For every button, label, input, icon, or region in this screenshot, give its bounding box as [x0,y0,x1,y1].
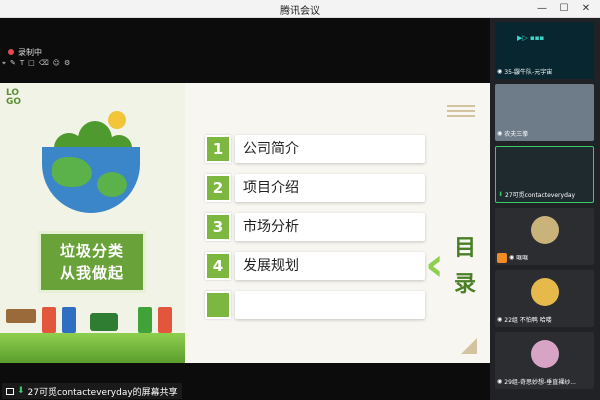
slogan-line-1: 垃圾分类 [59,242,124,260]
agenda-label [235,291,425,319]
window-title: 腾讯会议 [280,6,320,17]
avatar [531,278,559,306]
mic-active-icon: ⬇ [17,386,25,396]
participant-name-row: ◉ 35-鼹牛队-元宇宙 [497,67,552,76]
record-dot-icon [8,49,14,55]
user-badge-icon [497,253,507,263]
shared-screen: 录制中 ⌖ ✎ T □ ⌫ ☺ ⚙ LO GO 垃圾分类 从我做起 1 公司简介… [0,18,490,400]
participant-name-row: ◉ 22组 不怕鸭 哈喽 [497,315,552,324]
window-controls: — ☐ ✕ [532,1,596,16]
emoji-icon[interactable]: ☺ [53,59,60,71]
avatar [531,340,559,368]
recording-indicator[interactable]: 录制中 [8,45,42,59]
annotation-toolbar: ⌖ ✎ T □ ⌫ ☺ ⚙ [0,59,70,71]
recycling-bins-illustration [6,301,181,333]
screen-share-label[interactable]: ⬇ 27可觅contacteveryday的屏幕共享 [2,383,182,399]
agenda-label: 发展规划 [235,252,425,280]
participant-name: 27可觅contacteveryday [505,192,576,199]
contents-heading: ‹ 目 录 [423,231,483,311]
shape-icon[interactable]: □ [28,59,35,71]
mic-muted-icon: ◉ [509,254,515,261]
red-bin-icon [158,307,172,333]
participant-name: 29组-奇思妙想-垂直裸纱... [504,379,576,386]
mic-muted-icon: ◉ [497,316,503,323]
recording-label: 录制中 [18,47,42,57]
participants-panel: ▶▷ ▪▪▪ ◉ 35-鼹牛队-元宇宙 ◉ 农夫三拳 ⬇ 27可觅contact… [490,18,600,400]
earth-illustration [38,111,146,215]
mic-muted-icon: ◉ [497,130,503,137]
minimize-icon[interactable]: — [532,1,552,16]
agenda-label: 项目介绍 [235,174,425,202]
agenda-number: 3 [205,213,231,241]
red-bin-icon [42,307,56,333]
agenda-number: 4 [205,252,231,280]
participant-name: 35-鼹牛队-元宇宙 [504,69,553,76]
blue-bin-icon [62,307,76,333]
agenda-item: 3 市场分析 [205,213,425,241]
grass-decor [0,333,185,363]
slide-right-panel: 1 公司简介 2 项目介绍 3 市场分析 4 发展规划 ‹ 目 录 [185,83,490,363]
sun-icon [108,111,126,129]
slide-logo: LO GO [6,88,22,107]
agenda-item: 1 公司简介 [205,135,425,163]
agenda-item [205,291,425,319]
presentation-slide: LO GO 垃圾分类 从我做起 1 公司简介 2 项目介绍 3 市场分析 4 发… [0,83,490,363]
share-label-text: 27可觅contacteveryday的屏幕共享 [27,387,178,398]
deco-lines [447,105,475,120]
agenda-item: 4 发展规划 [205,252,425,280]
participant-tile[interactable]: ◉ 农夫三拳 [495,84,594,141]
agenda-number [205,291,231,319]
participant-name-row: ⬇ 27可觅contacteveryday [498,190,575,199]
participant-tile[interactable]: ◉ 29组-奇思妙想-垂直裸纱... [495,332,594,389]
deco-corner [461,338,477,354]
title-bar: 腾讯会议 — ☐ ✕ [0,0,600,18]
participant-tile[interactable]: ◉ 22组 不怕鸭 哈喽 [495,270,594,327]
participant-tile-speaking[interactable]: ⬇ 27可觅contacteveryday [495,146,594,203]
close-icon[interactable]: ✕ [576,1,596,16]
globe-icon [42,147,140,213]
agenda-label: 公司简介 [235,135,425,163]
participant-tile[interactable]: ◉ 哐哐 [495,208,594,265]
pen-icon[interactable]: ✎ [10,59,16,71]
slogan-box: 垃圾分类 从我做起 [38,231,146,293]
agenda-item: 2 项目介绍 [205,174,425,202]
agenda-menu: 1 公司简介 2 项目介绍 3 市场分析 4 发展规划 [205,135,425,330]
agenda-number: 1 [205,135,231,163]
participant-name-row: ◉ 农夫三拳 [497,129,528,138]
slogan-line-2: 从我做起 [59,264,124,282]
screen-share-icon [6,387,14,395]
participant-name: 22组 不怕鸭 哈喽 [504,317,552,324]
contents-title: 目 录 [451,231,479,303]
text-icon[interactable]: T [20,59,24,71]
participant-video-logo: ▶▷ ▪▪▪ [517,34,545,42]
settings-icon[interactable]: ⚙ [64,59,70,71]
participant-name-row: ◉ 哐哐 [509,253,528,262]
agenda-number: 2 [205,174,231,202]
slide-left-panel: LO GO 垃圾分类 从我做起 [0,83,185,363]
participant-name: 哐哐 [516,255,529,262]
green-bin-icon [138,307,152,333]
signboard-icon [6,309,36,323]
mic-active-icon: ⬇ [498,191,504,198]
eraser-icon[interactable]: ⌫ [39,59,49,71]
mic-muted-icon: ◉ [497,378,503,385]
cursor-icon[interactable]: ⌖ [2,59,6,71]
participant-name-row: ◉ 29组-奇思妙想-垂直裸纱... [497,377,576,386]
agenda-label: 市场分析 [235,213,425,241]
chevron-left-icon: ‹ [425,237,444,291]
green-cart-icon [90,313,118,331]
participant-name: 农夫三拳 [504,131,529,138]
avatar [531,216,559,244]
contents-char-2: 录 [453,272,476,297]
contents-char-1: 目 [453,236,476,261]
meeting-window: 腾讯会议 — ☐ ✕ 录制中 ⌖ ✎ T □ ⌫ ☺ ⚙ LO GO 垃圾分类 … [0,0,600,400]
participant-tile[interactable]: ▶▷ ▪▪▪ ◉ 35-鼹牛队-元宇宙 [495,22,594,79]
mic-muted-icon: ◉ [497,68,503,75]
maximize-icon[interactable]: ☐ [554,1,574,16]
